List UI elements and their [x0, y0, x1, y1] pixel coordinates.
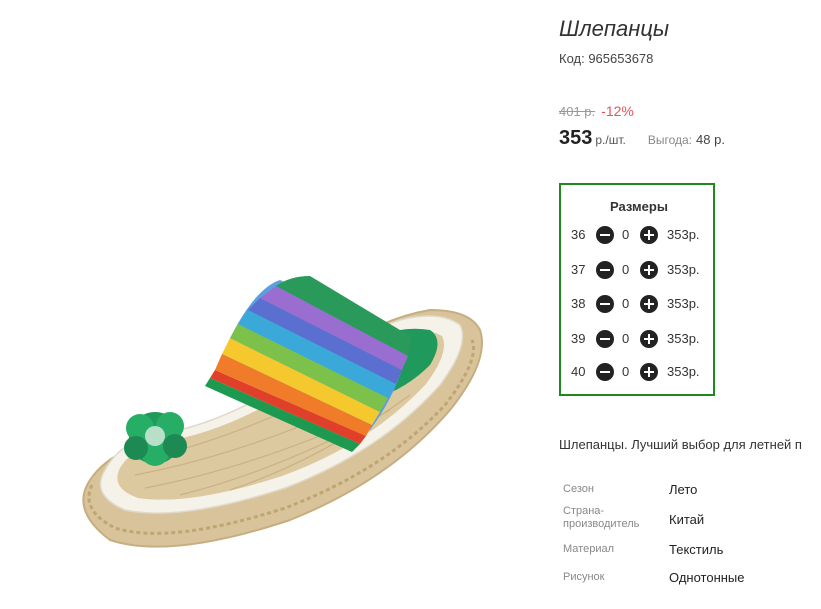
size-price: 353р.: [667, 262, 700, 277]
size-number: 37: [571, 262, 586, 277]
attribute-value: Текстиль: [669, 542, 724, 557]
price-unit: р./шт.: [595, 133, 626, 147]
size-row: 36 0 353р.: [571, 225, 711, 245]
product-description: Шлепанцы. Лучший выбор для летней п: [559, 437, 802, 452]
size-price: 353р.: [667, 364, 700, 379]
size-quantity: 0: [622, 262, 630, 277]
size-number: 38: [571, 296, 586, 311]
size-price: 353р.: [667, 331, 700, 346]
size-row: 39 0 353р.: [571, 329, 711, 349]
attribute-label: Материал: [563, 543, 614, 555]
product-image[interactable]: [30, 40, 510, 600]
attribute-label: Сезон: [563, 483, 594, 495]
plus-circle-icon[interactable]: [640, 363, 658, 381]
old-price-row: 401 р. -12%: [559, 103, 634, 119]
minus-circle-icon[interactable]: [596, 226, 614, 244]
plus-circle-icon[interactable]: [640, 261, 658, 279]
sandal-illustration: [82, 276, 483, 548]
plus-circle-icon[interactable]: [640, 295, 658, 313]
minus-circle-icon[interactable]: [596, 295, 614, 313]
old-price: 401 р.: [559, 104, 596, 119]
size-price: 353р.: [667, 227, 700, 242]
sizes-title: Размеры: [610, 199, 668, 214]
size-price: 353р.: [667, 296, 700, 311]
plus-circle-icon[interactable]: [640, 330, 658, 348]
size-row: 37 0 353р.: [571, 260, 711, 280]
attribute-value: Лето: [669, 482, 698, 497]
product-title: Шлепанцы: [559, 16, 670, 41]
size-quantity: 0: [622, 331, 630, 346]
benefit-label: Выгода:: [647, 133, 693, 147]
size-quantity: 0: [622, 227, 630, 242]
size-number: 36: [571, 227, 586, 242]
benefit-value: 48 р.: [696, 132, 725, 147]
product-info: Шлепанцы Код: 965653678 401 р. -12% 353 р.…: [559, 0, 821, 609]
size-number: 40: [571, 364, 586, 379]
plus-circle-icon[interactable]: [640, 226, 658, 244]
attribute-label: Рисунок: [563, 571, 605, 583]
attribute-value: Китай: [669, 512, 705, 527]
discount-badge: -12%: [601, 103, 634, 119]
product-page: Шлепанцы Код: 965653678 401 р. -12% 353 р.…: [0, 0, 821, 609]
size-number: 39: [571, 331, 586, 346]
size-row: 40 0 353р.: [571, 362, 711, 382]
minus-circle-icon[interactable]: [596, 330, 614, 348]
size-row: 38 0 353р.: [571, 294, 711, 314]
minus-circle-icon[interactable]: [596, 261, 614, 279]
size-quantity: 0: [622, 296, 630, 311]
product-code: Код: 965653678: [559, 51, 654, 66]
size-quantity: 0: [622, 364, 630, 379]
sizes-panel: Размеры 36 0 353р. 37 0 353р. 38 0 353р.…: [559, 183, 715, 396]
attribute-label: Страна-производитель: [563, 505, 640, 530]
price-value: 353: [559, 127, 593, 149]
minus-circle-icon[interactable]: [596, 363, 614, 381]
price-row: 353 р./шт. Выгода: 48 р.: [559, 127, 725, 150]
attribute-value: Однотонные: [669, 570, 745, 585]
